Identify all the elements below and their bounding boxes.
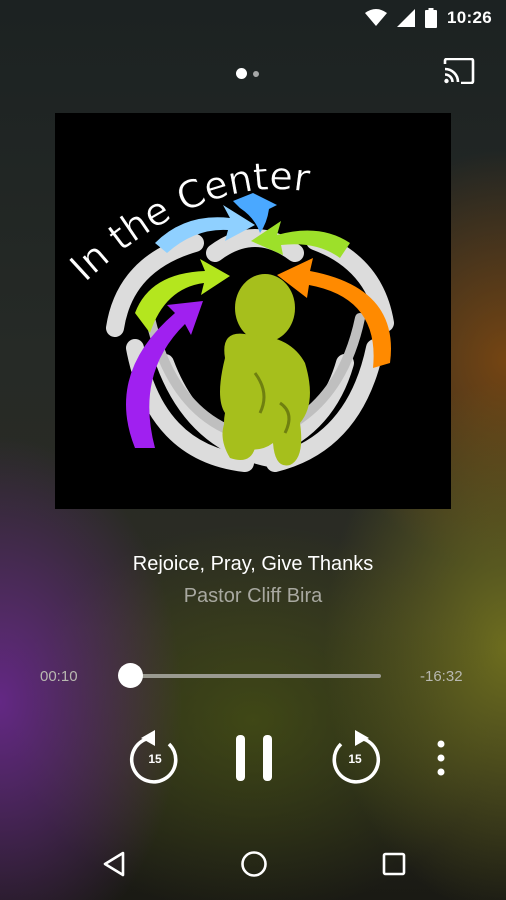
forward-seconds-label: 15 bbox=[348, 752, 362, 766]
track-title: Rejoice, Pray, Give Thanks bbox=[132, 553, 374, 575]
cast-button[interactable] bbox=[442, 57, 476, 89]
more-options-button[interactable] bbox=[430, 740, 452, 780]
more-vert-icon bbox=[437, 740, 445, 781]
back-icon bbox=[102, 851, 126, 882]
page-indicator[interactable] bbox=[236, 68, 259, 79]
pause-button[interactable] bbox=[234, 733, 274, 788]
svg-text:In the Center: In the Center bbox=[61, 154, 312, 289]
rewind-15-button[interactable]: 15 bbox=[129, 729, 181, 788]
recents-button[interactable] bbox=[376, 850, 412, 882]
pause-icon bbox=[234, 733, 274, 788]
battery-icon bbox=[425, 8, 438, 28]
status-time: 10:26 bbox=[447, 8, 492, 27]
wifi-icon bbox=[365, 9, 388, 27]
seek-bar[interactable] bbox=[128, 674, 381, 678]
back-button[interactable] bbox=[96, 850, 132, 882]
recents-icon bbox=[382, 852, 406, 881]
track-artist: Pastor Cliff Bira bbox=[183, 585, 323, 607]
home-button[interactable] bbox=[236, 850, 272, 882]
elapsed-time: 00:10 bbox=[40, 668, 78, 685]
page-dot-active bbox=[236, 68, 247, 79]
rewind-seconds-label: 15 bbox=[148, 752, 162, 766]
forward-15-button[interactable]: 15 bbox=[329, 729, 381, 788]
remaining-time: -16:32 bbox=[420, 668, 463, 685]
navigation-bar bbox=[0, 830, 506, 900]
page-dot bbox=[253, 70, 259, 77]
cast-icon bbox=[443, 57, 475, 89]
home-icon bbox=[240, 850, 268, 883]
cell-signal-icon bbox=[397, 9, 416, 27]
status-bar: 10:26 bbox=[0, 0, 506, 36]
album-artwork: In the Center bbox=[55, 113, 451, 509]
logo-text: In the Center bbox=[61, 154, 313, 290]
in-the-center-logo: In the Center bbox=[61, 154, 394, 472]
seek-thumb[interactable] bbox=[118, 663, 144, 688]
